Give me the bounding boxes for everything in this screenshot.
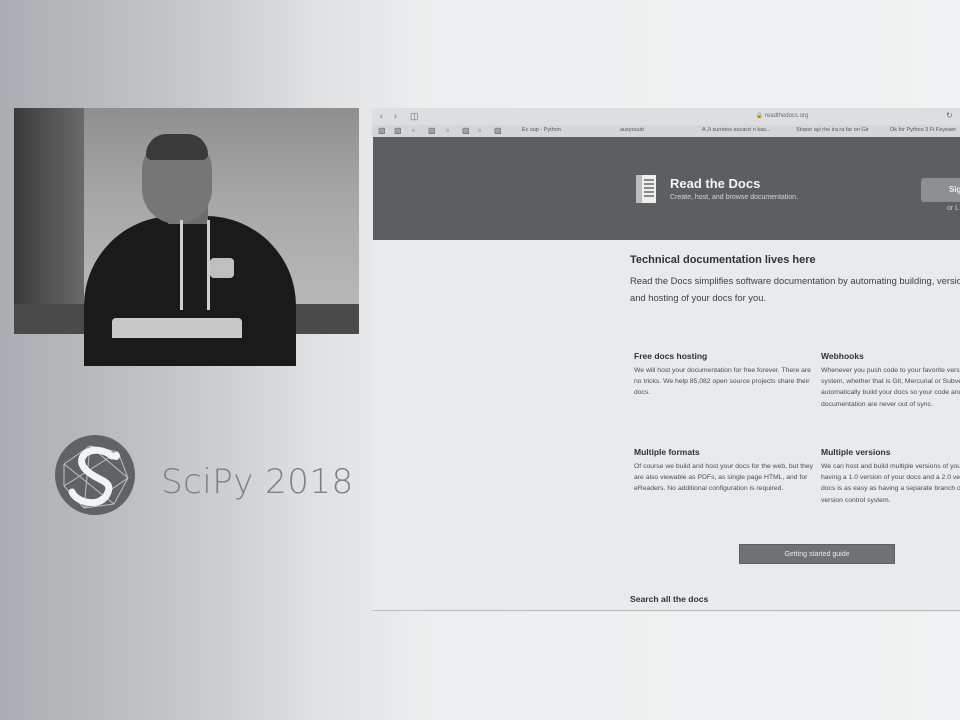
bookmarks-bar: ▧ ▧ ▫ ▧ ▫ ▧ ▫ ▧ Ec sup - Python ausyouub… (372, 125, 960, 137)
bookmark-item[interactable]: Stoper ayi rhe ira ra far on Gir (796, 127, 869, 133)
feature-body: We can host and build multiple versions … (821, 463, 960, 504)
bookmark-icon[interactable]: ▧ (428, 126, 436, 135)
scipy-logo-icon (55, 435, 135, 515)
document-icon (636, 175, 656, 203)
feature-title: Webhooks (821, 351, 864, 361)
bookmark-icon[interactable]: ▧ (462, 126, 470, 135)
reload-icon[interactable]: ↻ (946, 111, 953, 120)
sidebar-icon[interactable]: ◫ (410, 111, 419, 122)
bookmark-icon[interactable]: ▫ (412, 126, 415, 135)
feature-title: Multiple versions (821, 447, 891, 457)
lock-icon: 🔒 (755, 113, 764, 119)
bookmark-icon[interactable]: ▧ (394, 126, 402, 135)
address-bar[interactable]: 🔒 readthedocs.org (672, 111, 892, 122)
search-heading: Search all the docs (630, 594, 709, 604)
address-text: readthedocs.org (764, 113, 809, 119)
feature-title: Free docs hosting (634, 351, 708, 361)
bookmark-item[interactable]: Ec sup - Python (522, 127, 561, 133)
feature-body: Of course we build and host your docs fo… (634, 463, 814, 493)
bookmark-icon[interactable]: ▫ (478, 126, 481, 135)
chevron-right-icon[interactable]: › (394, 111, 397, 121)
bookmark-icon[interactable]: ▧ (378, 126, 386, 135)
browser-window: ‹ › ◫ 🔒 readthedocs.org ↻ ▧ ▧ ▫ ▧ ▫ ▧ ▫ … (372, 108, 960, 612)
bookmark-item[interactable]: A Ji surreios eucarzi n kas... (702, 127, 770, 133)
chevron-left-icon[interactable]: ‹ (380, 111, 383, 121)
getting-started-button[interactable]: Getting started guide (739, 544, 895, 564)
site-tagline: Create, host, and browse documentation. (670, 194, 799, 201)
hero-banner: Read the Docs Create, host, and browse d… (373, 137, 960, 240)
feature-body: Whenever you push code to your favorite … (821, 367, 960, 408)
divider (372, 610, 960, 611)
site-title[interactable]: Read the Docs (670, 176, 760, 191)
signup-button[interactable]: Sig (921, 178, 960, 202)
bookmark-item[interactable]: ausyouub (620, 127, 644, 133)
bookmark-icon[interactable]: ▧ (494, 126, 502, 135)
browser-titlebar: ‹ › ◫ 🔒 readthedocs.org ↻ (372, 108, 960, 125)
lead-paragraph: Read the Docs simplifies software docume… (630, 275, 960, 303)
feature-title: Multiple formats (634, 447, 700, 457)
login-link[interactable]: or L (947, 205, 959, 212)
conference-title: SciPy 2018 (161, 462, 354, 502)
bookmark-item[interactable]: Ok for Python 3 Fi Feyeaer (890, 127, 956, 133)
main-heading: Technical documentation lives here (630, 254, 816, 266)
feature-body: We will host your documentation for free… (634, 367, 811, 397)
bookmark-icon[interactable]: ▫ (446, 126, 449, 135)
